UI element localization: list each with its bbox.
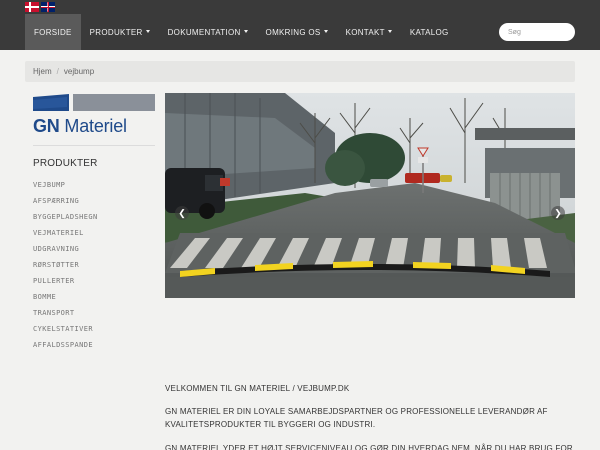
breadcrumb-separator: / — [56, 67, 59, 76]
main-nav: FORSIDE PRODUKTER DOKUMENTATION OMKRING … — [25, 14, 458, 50]
language-switcher — [25, 2, 55, 12]
welcome-heading: VELKOMMEN TIL GN MATERIEL / VEJBUMP.DK — [165, 384, 350, 393]
sidebar-item-vejmateriel[interactable]: VEJMATERIEL — [33, 225, 98, 241]
sidebar-item-afspaerring[interactable]: AFSPÆRRING — [33, 193, 98, 209]
service-paragraph: GN MATERIEL YDER ET HØJT SERVICENIVEAU O… — [165, 444, 573, 450]
carousel-prev-button[interactable]: ❮ — [175, 206, 189, 220]
sidebar-item-rorstotter[interactable]: RØRSTØTTER — [33, 257, 98, 273]
sidebar-item-vejbump[interactable]: VEJBUMP — [33, 177, 98, 193]
sidebar-item-byggepladshegn[interactable]: BYGGEPLADSHEGN — [33, 209, 98, 225]
search-input[interactable] — [499, 23, 575, 41]
breadcrumb-current: vejbump — [63, 67, 95, 76]
nav-item-omkring-os[interactable]: OMKRING OS — [257, 14, 337, 50]
danish-flag-icon[interactable] — [25, 2, 39, 12]
sidebar-item-bomme[interactable]: BOMME — [33, 289, 98, 305]
intro-paragraph: GN MATERIEL ER DIN LOYALE SAMARBEJDSPART… — [165, 407, 548, 429]
nav-item-produkter[interactable]: PRODUKTER — [81, 14, 159, 50]
logo-wordmark: GN Materiel — [33, 116, 127, 136]
caret-down-icon — [387, 29, 392, 33]
sidebar-item-affaldsspande[interactable]: AFFALDSSPANDE — [33, 337, 98, 353]
sidebar-title: PRODUKTER — [33, 158, 98, 169]
sidebar-item-transport[interactable]: TRANSPORT — [33, 305, 98, 321]
breadcrumb-home-link[interactable]: Hjem — [33, 67, 52, 76]
carousel-next-button[interactable]: ❯ — [551, 206, 565, 220]
nav-item-kontakt[interactable]: KONTAKT — [337, 14, 401, 50]
breadcrumb: Hjem / vejbump — [25, 61, 575, 82]
nav-item-forside[interactable]: FORSIDE — [25, 14, 81, 50]
caret-down-icon — [243, 29, 248, 33]
sidebar-item-cykelstativer[interactable]: CYKELSTATIVER — [33, 321, 98, 337]
caret-down-icon — [145, 29, 150, 33]
sidebar-divider — [33, 145, 155, 146]
nav-item-katalog[interactable]: KATALOG — [401, 14, 458, 50]
sidebar-item-udgravning[interactable]: UDGRAVNING — [33, 241, 98, 257]
carousel-image — [165, 93, 575, 298]
sidebar-product-list: VEJBUMP AFSPÆRRING BYGGEPLADSHEGN VEJMAT… — [33, 177, 98, 353]
caret-down-icon — [323, 29, 328, 33]
sidebar-item-pullerter[interactable]: PULLERTER — [33, 273, 98, 289]
uk-flag-icon[interactable] — [41, 2, 55, 12]
nav-item-dokumentation[interactable]: DOKUMENTATION — [159, 14, 257, 50]
